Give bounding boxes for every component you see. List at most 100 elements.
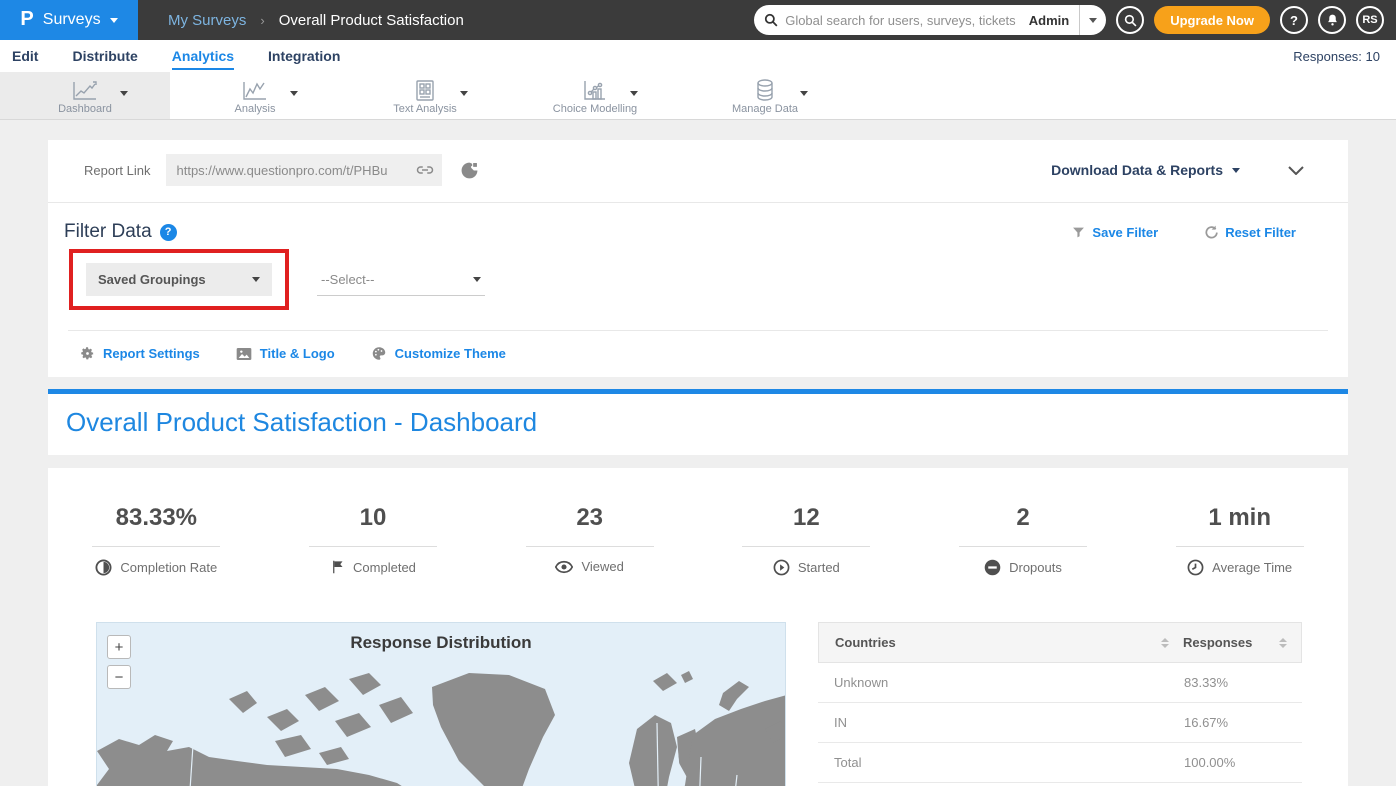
caret-down-icon[interactable]: [630, 91, 638, 96]
breadcrumb-my-surveys[interactable]: My Surveys: [168, 12, 246, 29]
stat-completion-rate: 83.33% Completion Rate: [48, 504, 265, 576]
toolbar-choice-modelling[interactable]: Choice Modelling: [510, 72, 680, 119]
countries-table: Countries Responses Unknown 83.33% IN 16…: [818, 622, 1302, 786]
stat-label: Average Time: [1212, 560, 1292, 575]
tab-integration[interactable]: Integration: [268, 42, 340, 70]
annotation-highlight-box: Saved Groupings: [69, 249, 289, 310]
search-scope-dropdown[interactable]: [1080, 5, 1106, 35]
link-icon[interactable]: [416, 164, 434, 176]
logo-p-icon: P: [20, 8, 33, 31]
caret-down-icon: [252, 277, 260, 282]
divider: [309, 546, 437, 547]
stat-dropouts: 2 Dropouts: [915, 504, 1132, 576]
customize-theme-link[interactable]: Customize Theme: [371, 346, 506, 361]
global-search-input[interactable]: [785, 13, 1019, 28]
eye-icon: [555, 560, 573, 574]
responses-cell: 16.67%: [1184, 715, 1288, 730]
gear-icon: [80, 346, 95, 361]
breadcrumb-current: Overall Product Satisfaction: [279, 12, 464, 29]
customize-theme-label: Customize Theme: [395, 346, 506, 361]
top-bar: P Surveys My Surveys › Overall Product S…: [0, 0, 1396, 40]
tab-distribute[interactable]: Distribute: [72, 42, 137, 70]
countries-header-label: Countries: [835, 635, 896, 650]
download-label: Download Data & Reports: [1051, 162, 1223, 178]
collapse-panel-button[interactable]: [1288, 166, 1304, 175]
reset-filter-button[interactable]: Reset Filter: [1204, 225, 1296, 240]
stat-average-time: 1 min Average Time: [1131, 504, 1348, 576]
tab-edit[interactable]: Edit: [12, 42, 38, 70]
dashboard-title-panel: Overall Product Satisfaction - Dashboard: [48, 389, 1348, 455]
divider: [92, 546, 220, 547]
search-scope-label[interactable]: Admin: [1019, 13, 1079, 28]
line-chart-icon: [72, 79, 98, 101]
toolbar-text-analysis[interactable]: Text Analysis: [340, 72, 510, 119]
caret-down-icon[interactable]: [800, 91, 808, 96]
stats-row: 83.33% Completion Rate 10 Completed 23: [48, 504, 1348, 576]
toolbar-label: Manage Data: [732, 103, 798, 115]
chevron-down-icon: [1288, 166, 1304, 175]
search-button[interactable]: [1116, 6, 1144, 34]
filter-actions: Save Filter Reset Filter: [1072, 225, 1328, 240]
topbar-actions: Admin Upgrade Now ? RS: [754, 5, 1396, 35]
report-settings-link[interactable]: Report Settings: [80, 346, 200, 361]
flag-icon: [330, 559, 345, 575]
avatar[interactable]: RS: [1356, 6, 1384, 34]
world-map[interactable]: [97, 665, 786, 786]
stat-value: 1 min: [1131, 504, 1348, 532]
tab-analytics[interactable]: Analytics: [172, 42, 234, 70]
stat-value: 83.33%: [48, 504, 265, 532]
stat-value: 10: [265, 504, 482, 532]
caret-down-icon[interactable]: [290, 91, 298, 96]
product-switcher-label: Surveys: [43, 11, 101, 29]
map-zoom-in-button[interactable]: +: [107, 635, 131, 659]
toolbar-manage-data[interactable]: Manage Data: [680, 72, 850, 119]
filter-header-row: Filter Data ? Save Filter Reset Filter: [48, 203, 1348, 243]
stat-label: Viewed: [581, 559, 623, 574]
filter-data-title: Filter Data: [64, 221, 152, 243]
toolbar-label: Text Analysis: [393, 103, 457, 115]
toolbar-dashboard[interactable]: Dashboard: [0, 72, 170, 119]
questionpro-logo[interactable]: P Surveys: [0, 0, 138, 40]
upgrade-now-button[interactable]: Upgrade Now: [1154, 6, 1270, 34]
avatar-initials: RS: [1362, 14, 1377, 26]
clock-icon: [1187, 559, 1204, 576]
stat-value: 23: [481, 504, 698, 532]
help-button[interactable]: ?: [1280, 6, 1308, 34]
divider: [959, 546, 1087, 547]
title-logo-label: Title & Logo: [260, 346, 335, 361]
divider: [526, 546, 654, 547]
caret-down-icon: [1089, 18, 1097, 23]
stat-started: 12 Started: [698, 504, 915, 576]
report-url-field: [166, 154, 442, 186]
bell-icon: [1326, 13, 1339, 27]
filter-select[interactable]: --Select--: [317, 263, 485, 296]
caret-down-icon: [1232, 168, 1240, 173]
toolbar-label: Dashboard: [58, 103, 112, 115]
stat-viewed: 23 Viewed: [481, 504, 698, 576]
sort-icon[interactable]: [1161, 638, 1169, 648]
scatter-chart-icon: [583, 79, 607, 101]
save-filter-button[interactable]: Save Filter: [1072, 225, 1158, 240]
responses-count: Responses: 10: [1293, 49, 1380, 64]
responses-cell: 100.00%: [1184, 755, 1288, 770]
title-logo-link[interactable]: Title & Logo: [236, 346, 335, 361]
toolbar-label: Analysis: [235, 103, 276, 115]
caret-down-icon: [473, 277, 481, 282]
filter-help-button[interactable]: ?: [160, 224, 177, 241]
table-row: Unknown 83.33%: [818, 663, 1302, 703]
half-circle-icon: [95, 559, 112, 576]
toolbar-analysis[interactable]: Analysis: [170, 72, 340, 119]
notifications-button[interactable]: [1318, 6, 1346, 34]
share-report-icon[interactable]: [460, 161, 479, 180]
download-data-reports-button[interactable]: Download Data & Reports: [1051, 162, 1240, 178]
saved-groupings-select[interactable]: Saved Groupings: [86, 263, 272, 296]
dashboard-content-row: Response Distribution + −: [48, 622, 1348, 786]
table-row: Total 100.00%: [818, 743, 1302, 783]
caret-down-icon[interactable]: [460, 91, 468, 96]
report-url-input[interactable]: [176, 163, 416, 178]
caret-down-icon[interactable]: [120, 91, 128, 96]
map-title: Response Distribution: [97, 633, 785, 653]
stat-value: 2: [915, 504, 1132, 532]
sort-icon[interactable]: [1279, 638, 1287, 648]
database-icon: [756, 79, 774, 101]
